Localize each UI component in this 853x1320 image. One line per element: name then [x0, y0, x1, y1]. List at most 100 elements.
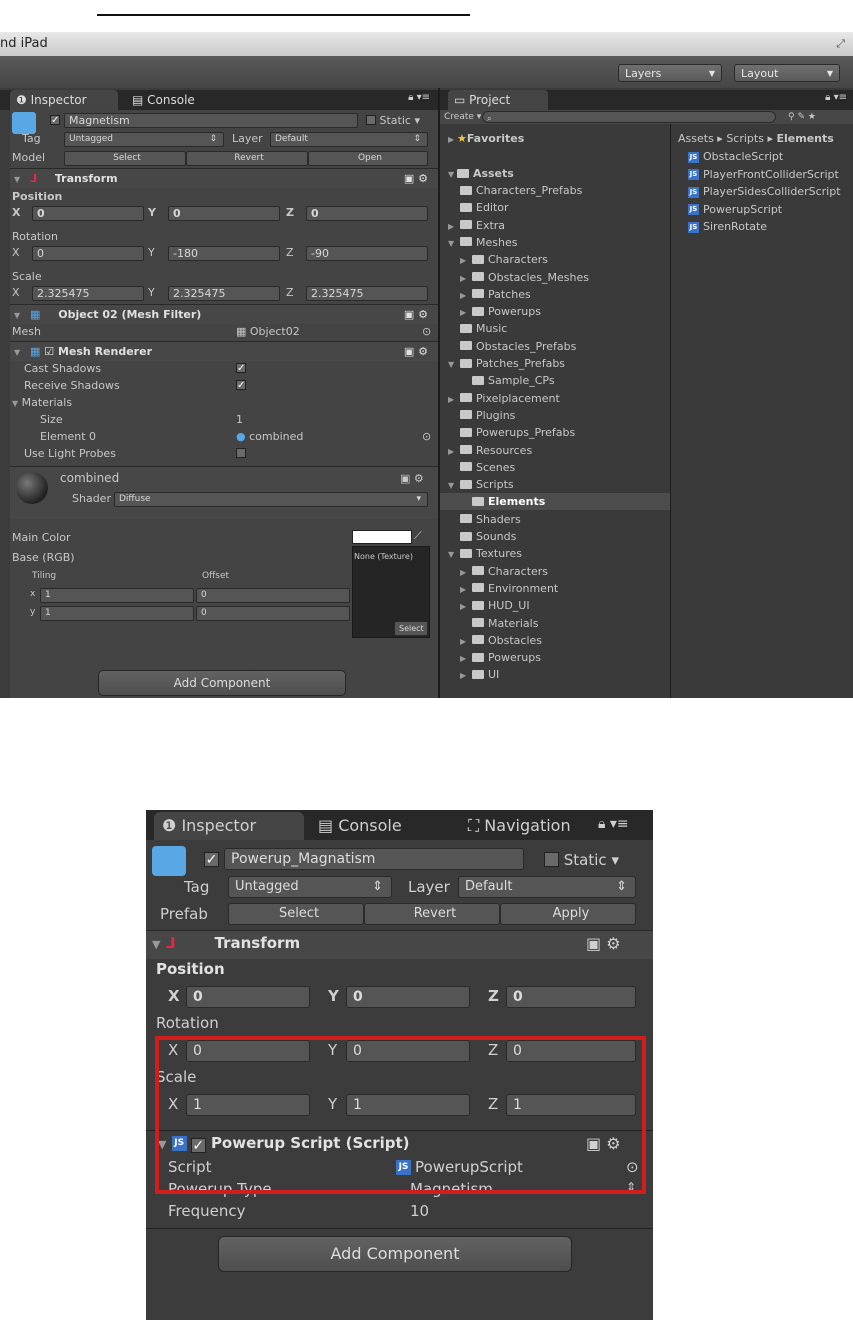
folder-item[interactable]: ▶ Characters — [440, 563, 670, 580]
folder-item[interactable]: Powerups_Prefabs — [440, 424, 670, 441]
folder-item[interactable]: Scenes — [440, 459, 670, 476]
help-gear-icon[interactable]: ▣ ⚙ — [404, 342, 428, 361]
position-y-field[interactable]: 0 — [168, 206, 280, 221]
favorites-item[interactable]: ▶ ★Favorites — [448, 130, 524, 147]
layers-dropdown[interactable]: Layers ▼ — [618, 64, 722, 82]
light-probes-checkbox[interactable] — [236, 448, 246, 458]
folder-item[interactable]: ▶ Environment — [440, 580, 670, 597]
folder-item[interactable]: ▼ Patches_Prefabs — [440, 355, 670, 372]
tag-dropdown[interactable]: Untagged ⇕ — [228, 876, 392, 898]
breadcrumb-item[interactable]: Assets — [678, 132, 714, 145]
model-revert-button[interactable]: Revert — [186, 151, 308, 166]
layer-dropdown[interactable]: Default ⇕ — [270, 132, 428, 147]
lock-menu-icon[interactable]: 🔒︎ ▾≡ — [598, 816, 629, 832]
object-name-field[interactable]: Powerup_Magnatism — [224, 848, 524, 870]
folder-item[interactable]: ▶ Obstacles — [440, 632, 670, 649]
main-color-swatch[interactable] — [352, 530, 412, 544]
create-dropdown[interactable]: Create ▾ — [444, 109, 481, 126]
folder-item[interactable]: ▶ Pixelplacement — [440, 390, 670, 407]
position-z-field[interactable]: 0 — [306, 206, 428, 221]
folder-item[interactable]: ▶ Resources — [440, 442, 670, 459]
folder-item[interactable]: ▼ Textures — [440, 545, 670, 562]
script-file-item[interactable]: JS PlayerFrontColliderScript — [688, 166, 839, 183]
script-file-item[interactable]: JS PlayerSidesColliderScript — [688, 183, 841, 200]
help-gear-icon[interactable]: ▣ ⚙ — [400, 470, 424, 487]
static-toggle[interactable]: Static ▾ — [544, 850, 619, 869]
folder-item[interactable]: Plugins — [440, 407, 670, 424]
help-gear-icon[interactable]: ▣ ⚙ — [404, 169, 428, 188]
tab-inspector[interactable]: ❶ Inspector — [10, 90, 118, 110]
receive-shadows-checkbox[interactable]: ✓ — [236, 380, 246, 391]
scale-x-field[interactable]: 2.325475 — [32, 286, 144, 301]
folder-item[interactable]: ▶ Powerups — [440, 303, 670, 320]
prefab-apply-button[interactable]: Apply — [500, 903, 636, 925]
help-gear-icon[interactable]: ▣ ⚙ — [404, 305, 428, 324]
prefab-revert-button[interactable]: Revert — [364, 903, 500, 925]
mesh-value[interactable]: ▦ Object02 — [236, 323, 300, 340]
lock-menu-icon[interactable]: 🔒︎ ▾≡ — [825, 92, 847, 103]
folder-item[interactable]: Elements — [440, 493, 670, 511]
color-picker-icon[interactable]: ⟋ — [414, 527, 422, 544]
tag-dropdown[interactable]: Untagged ⇕ — [64, 132, 224, 147]
materials-foldout[interactable]: ▼ Materials — [12, 394, 72, 411]
y-offset-field[interactable]: 0 — [196, 606, 350, 621]
renderer-enabled-checkbox[interactable]: ☑ — [44, 345, 54, 358]
folder-item[interactable]: Materials — [440, 615, 670, 632]
active-checkbox[interactable]: ✓ — [204, 852, 219, 867]
folder-item[interactable]: Characters_Prefabs — [440, 182, 670, 199]
rotation-y-field[interactable]: -180 — [168, 246, 280, 261]
cast-shadows-checkbox[interactable]: ✓ — [236, 363, 246, 374]
folder-item[interactable]: Sample_CPs — [440, 372, 670, 389]
tab-navigation[interactable]: ⛶ Navigation — [468, 816, 571, 836]
script-file-item[interactable]: JS PowerupScript — [688, 201, 782, 218]
folder-item[interactable]: Sounds — [440, 528, 670, 545]
script-file-item[interactable]: JS SirenRotate — [688, 218, 767, 235]
folder-item[interactable]: ▼ Scripts — [440, 476, 670, 493]
y-tiling-field[interactable]: 1 — [40, 606, 194, 621]
texture-select-button[interactable]: Select — [394, 621, 428, 636]
static-checkbox[interactable] — [366, 115, 376, 125]
folder-item[interactable]: ▶ Extra — [440, 217, 670, 234]
object-picker-icon[interactable]: ⊙ — [422, 323, 431, 340]
active-checkbox[interactable]: ✓ — [50, 115, 60, 126]
frequency-field[interactable]: 10 — [410, 1202, 429, 1220]
script-file-item[interactable]: JS ObstacleScript — [688, 148, 783, 165]
folder-item[interactable]: ▶ Powerups — [440, 649, 670, 666]
model-open-button[interactable]: Open — [308, 151, 428, 166]
breadcrumb-item[interactable]: Elements — [776, 132, 833, 145]
add-component-button[interactable]: Add Component — [98, 670, 346, 696]
add-component-button[interactable]: Add Component — [218, 1236, 572, 1272]
position-x-field[interactable]: 0 — [32, 206, 144, 221]
position-x-field[interactable]: 0 — [186, 986, 310, 1008]
project-search-input[interactable]: ⌕ — [482, 111, 776, 123]
folder-item[interactable]: Obstacles_Prefabs — [440, 338, 670, 355]
rotation-z-field[interactable]: -90 — [306, 246, 428, 261]
help-gear-icon[interactable]: ▣ ⚙ — [586, 934, 621, 953]
folder-item[interactable]: ▼ Meshes — [440, 234, 670, 251]
mesh-renderer-header[interactable]: ▼ ▦ ☑ Mesh Renderer ▣ ⚙ — [10, 341, 438, 361]
scale-y-field[interactable]: 2.325475 — [168, 286, 280, 301]
folder-item[interactable]: Shaders — [440, 511, 670, 528]
tab-console[interactable]: ▤ Console — [126, 90, 226, 110]
static-checkbox[interactable] — [544, 852, 559, 867]
position-z-field[interactable]: 0 — [506, 986, 636, 1008]
scale-z-field[interactable]: 2.325475 — [306, 286, 428, 301]
lock-menu-icon[interactable]: 🔒︎ ▾≡ — [408, 92, 430, 103]
fullscreen-icon[interactable]: ⤢ — [836, 32, 845, 56]
filter-icons[interactable]: ⚲ ✎ ★ — [788, 109, 816, 126]
layer-dropdown[interactable]: Default ⇕ — [458, 876, 636, 898]
mesh-filter-header[interactable]: ▼ ▦ Object 02 (Mesh Filter) ▣ ⚙ — [10, 304, 438, 324]
size-value[interactable]: 1 — [236, 411, 243, 428]
object-name-field[interactable]: Magnetism — [64, 113, 358, 128]
element0-value[interactable]: ● combined — [236, 428, 303, 445]
folder-item[interactable]: Music — [440, 320, 670, 337]
tab-project[interactable]: ▭ Project — [448, 90, 548, 110]
layout-dropdown[interactable]: Layout ▼ — [734, 64, 840, 82]
transform-header[interactable]: ▼ ⅃ Transform ▣ ⚙ — [10, 168, 438, 188]
project-splitter[interactable] — [670, 124, 671, 698]
x-offset-field[interactable]: 0 — [196, 588, 350, 603]
static-toggle[interactable]: Static ▾ — [366, 112, 420, 129]
tab-console[interactable]: ▤ Console — [318, 816, 402, 835]
breadcrumb-item[interactable]: Scripts — [726, 132, 764, 145]
shader-dropdown[interactable]: Diffuse ▾ — [114, 492, 428, 507]
